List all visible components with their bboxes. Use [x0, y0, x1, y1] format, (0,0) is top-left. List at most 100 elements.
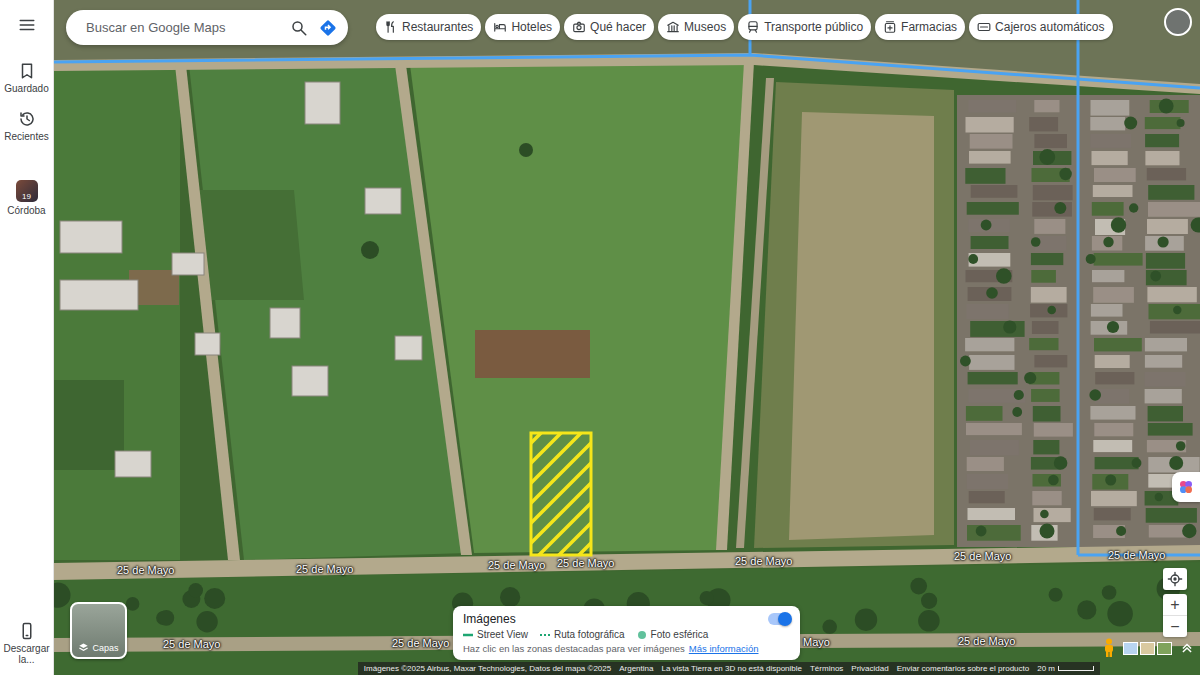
chevron-up-icon[interactable] [1180, 641, 1194, 655]
pharmacy-icon [883, 20, 897, 34]
layers-button[interactable]: Capas [70, 602, 127, 659]
street-label: 25 de Mayo [954, 550, 1011, 562]
sidebar-item[interactable]: 19 Córdoba [1, 180, 53, 216]
imagery-tiles[interactable] [1123, 642, 1172, 655]
imagery-legend: Street View Ruta fotográfica Foto esférica [463, 629, 790, 640]
legend-label: Street View [477, 629, 528, 640]
pegman-icon[interactable] [1103, 638, 1115, 658]
download-app[interactable]: Descargar la... [1, 622, 53, 665]
zoom-in-button[interactable]: + [1163, 594, 1187, 616]
satellite-view[interactable] [54, 0, 1200, 675]
street-label: 25 de Mayo [557, 557, 614, 569]
chip-label: Cajeros automáticos [995, 20, 1104, 34]
chip-label: Farmacias [901, 20, 957, 34]
footer-link[interactable]: Términos [810, 664, 843, 673]
street-label: Mayo [803, 636, 830, 648]
category-chip[interactable]: Farmacias [875, 14, 965, 40]
category-chip[interactable]: Restaurantes [376, 14, 481, 40]
imagery-panel: Imágenes Street View Ruta fotográfica Foto … [453, 606, 800, 660]
atm-icon [977, 20, 991, 34]
imagery-tile[interactable] [1140, 642, 1155, 655]
account-avatar[interactable] [1164, 8, 1192, 36]
bookmark-icon [18, 62, 36, 80]
street-label: 25 de Mayo [117, 564, 174, 576]
imagery-tile[interactable] [1123, 642, 1138, 655]
street-label: 25 de Mayo [488, 559, 545, 571]
sidebar-label: Recientes [4, 131, 48, 142]
footer-link[interactable]: La vista Tierra en 3D no está disponible [661, 664, 802, 673]
legend-marker [463, 630, 473, 640]
assistant-tab[interactable] [1172, 472, 1200, 502]
toggle-knob [778, 612, 792, 626]
panel-title: Imágenes [463, 612, 516, 626]
location-icon [1167, 571, 1183, 587]
scale-bar [1058, 666, 1094, 671]
street-label: 25 de Mayo [296, 563, 353, 575]
badge: 19 [22, 192, 31, 202]
footer-link[interactable]: Argentina [619, 664, 653, 673]
category-chip[interactable]: Cajeros automáticos [969, 14, 1112, 40]
sidebar-label: Guardado [4, 83, 48, 94]
street-label: 25 de Mayo [735, 555, 792, 567]
street-label: 25 de Mayo [163, 638, 220, 650]
scale[interactable]: 20 m [1037, 664, 1094, 673]
legend-marker [637, 630, 647, 640]
panel-header: Imágenes [463, 612, 790, 626]
museum-icon [666, 20, 680, 34]
chip-label: Restaurantes [402, 20, 473, 34]
hint-text: Haz clic en las zonas destacadas para ve… [463, 643, 685, 654]
menu-icon [18, 16, 36, 34]
search-icon[interactable] [290, 19, 308, 37]
footer-link[interactable]: Privacidad [851, 664, 888, 673]
sidebar: Guardado Recientes 19 Córdoba Descargar la..… [0, 0, 54, 675]
map[interactable]: 25 de Mayo 25 de Mayo 25 de Mayo 25 de Mayo… [54, 0, 1200, 675]
street-label: 25 de Mayo [1108, 549, 1165, 561]
restaurant-icon [384, 20, 398, 34]
imagery-hint: Haz clic en las zonas destacadas para ve… [463, 643, 790, 654]
hotel-icon [493, 20, 507, 34]
transit-icon [746, 20, 760, 34]
legend-label: Foto esférica [651, 629, 709, 640]
category-chip[interactable]: Museos [658, 14, 734, 40]
imagery-tile[interactable] [1157, 642, 1172, 655]
zoom-control: +− [1163, 594, 1187, 637]
menu-button[interactable] [18, 16, 36, 38]
layers-label: Capas [92, 643, 118, 653]
view-options [1103, 638, 1194, 658]
scale-label: 20 m [1037, 664, 1055, 673]
category-chip[interactable]: Transporte público [738, 14, 871, 40]
my-location-button[interactable] [1163, 568, 1187, 590]
layers-icon [78, 642, 89, 653]
category-chip[interactable]: Hoteles [485, 14, 560, 40]
sidebar-item[interactable]: Recientes [1, 110, 53, 142]
imagery-toggle[interactable] [768, 613, 790, 625]
zoom-out-button[interactable]: − [1163, 616, 1187, 637]
legend-label: Ruta fotográfica [554, 629, 625, 640]
camera-icon [572, 20, 586, 34]
category-chip[interactable]: Qué hacer [564, 14, 654, 40]
legend-marker [540, 630, 550, 640]
chip-label: Hoteles [511, 20, 552, 34]
legend-item: Ruta fotográfica [540, 629, 625, 640]
chip-label: Transporte público [764, 20, 863, 34]
phone-icon [18, 622, 36, 640]
directions-icon[interactable] [318, 18, 338, 38]
download-label: Descargar la... [0, 643, 56, 665]
place-thumbnail: 19 [16, 180, 38, 202]
search-box[interactable] [66, 10, 348, 45]
street-label: 25 de Mayo [958, 635, 1015, 647]
map-controls: +− [1163, 568, 1187, 637]
footer-link[interactable]: Enviar comentarios sobre el producto [897, 664, 1030, 673]
gem-icon [1178, 479, 1194, 495]
sidebar-item[interactable]: Guardado [1, 62, 53, 94]
more-info-link[interactable]: Más información [689, 643, 759, 654]
chip-label: Qué hacer [590, 20, 646, 34]
attribution: Imágenes ©2025 Airbus, Maxar Technologie… [364, 664, 611, 673]
legend-item: Street View [463, 629, 528, 640]
search-input[interactable] [84, 19, 280, 36]
map-footer: Imágenes ©2025 Airbus, Maxar Technologie… [358, 662, 1100, 675]
sidebar-label: Córdoba [7, 205, 45, 216]
chip-label: Museos [684, 20, 726, 34]
category-chips: Restaurantes Hoteles Qué hacer Museos Transp… [376, 14, 1113, 40]
street-label: 25 de Mayo [392, 637, 449, 649]
